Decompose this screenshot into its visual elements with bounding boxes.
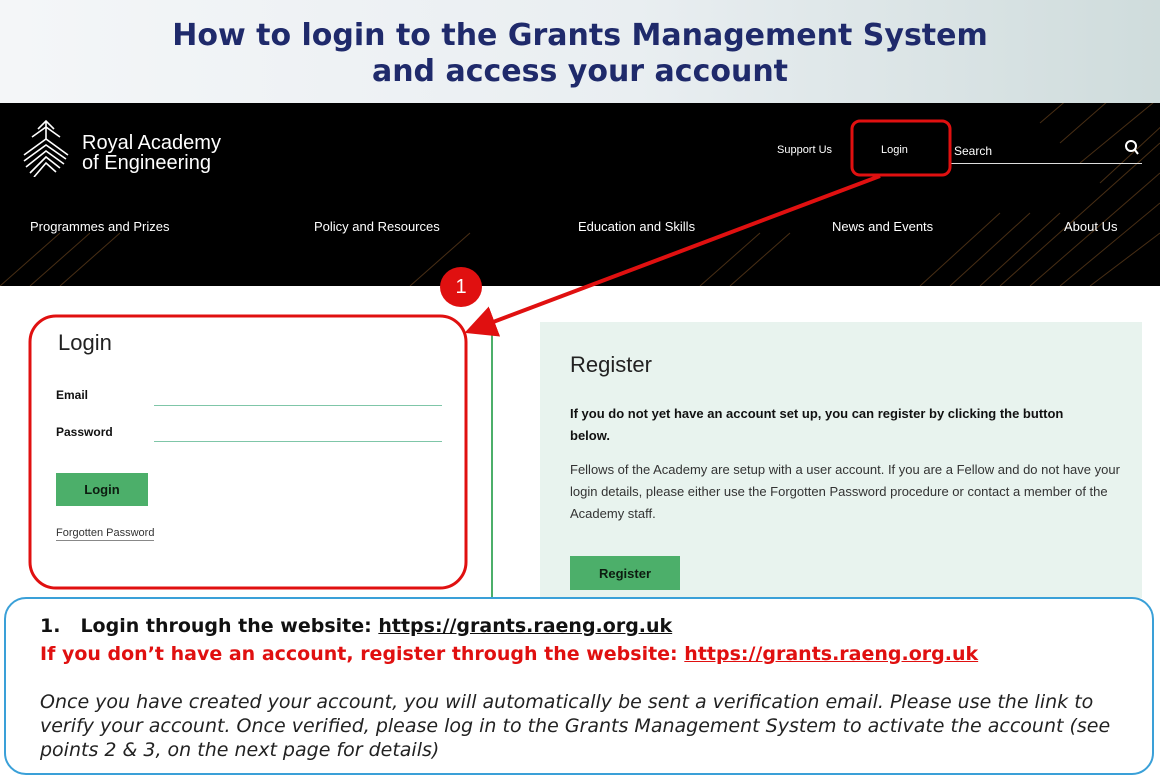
banner-title-line-2: and access your account [371,54,789,89]
login-title: Login [58,330,112,355]
verification-note: Once you have created your account, you … [40,691,1111,761]
register-button[interactable]: Register [570,556,680,590]
register-instruction-text: If you don’t have an account, register t… [40,643,678,665]
site-header: Royal Academy of Engineering Support Us … [0,103,1160,286]
register-instruction-line: If you don’t have an account, register t… [40,643,978,665]
register-intro-text: If you do not yet have an account set up… [570,406,1064,443]
grants-website-link[interactable]: https://grants.raeng.org.uk [378,615,672,637]
step-text: Login through the website: [80,615,372,637]
search-input[interactable]: Search [954,144,992,158]
login-button[interactable]: Login [56,473,148,506]
logo-line-1: Royal Academy [82,132,221,154]
nav-news-and-events[interactable]: News and Events [832,219,933,234]
step-1-line: 1. Login through the website: https://gra… [40,615,672,637]
register-body-text: Fellows of the Academy are setup with a … [570,462,1120,521]
register-title: Register [570,352,652,377]
header-login-link[interactable]: Login [881,144,908,156]
step-badge: 1 [440,267,482,307]
panel-divider [491,322,493,598]
decorative-diagonal-lines [0,103,1160,286]
support-us-link[interactable]: Support Us [777,144,832,156]
step-number: 1. [40,615,61,637]
title-banner: How to login to the Grants Management Sy… [0,0,1160,103]
logo-line-2: of Engineering [82,152,211,174]
nav-programmes-and-prizes[interactable]: Programmes and Prizes [30,219,169,234]
nav-education-and-skills[interactable]: Education and Skills [578,219,695,234]
password-label: Password [56,425,113,439]
email-label: Email [56,388,89,402]
banner-title-line-1: How to login to the Grants Management Sy… [172,18,988,53]
password-field[interactable] [154,441,442,442]
royal-academy-logo-icon[interactable] [20,117,70,177]
search-underline [950,163,1142,164]
login-form [32,318,462,586]
register-website-link[interactable]: https://grants.raeng.org.uk [684,643,978,665]
site-logo-text[interactable]: Royal Academy of Engineering [82,133,221,173]
email-field[interactable] [154,405,442,406]
nav-about-us[interactable]: About Us [1064,219,1117,234]
nav-policy-and-resources[interactable]: Policy and Resources [314,219,440,234]
search-icon[interactable] [1124,139,1140,157]
forgotten-password-link[interactable]: Forgotten Password [56,527,155,541]
